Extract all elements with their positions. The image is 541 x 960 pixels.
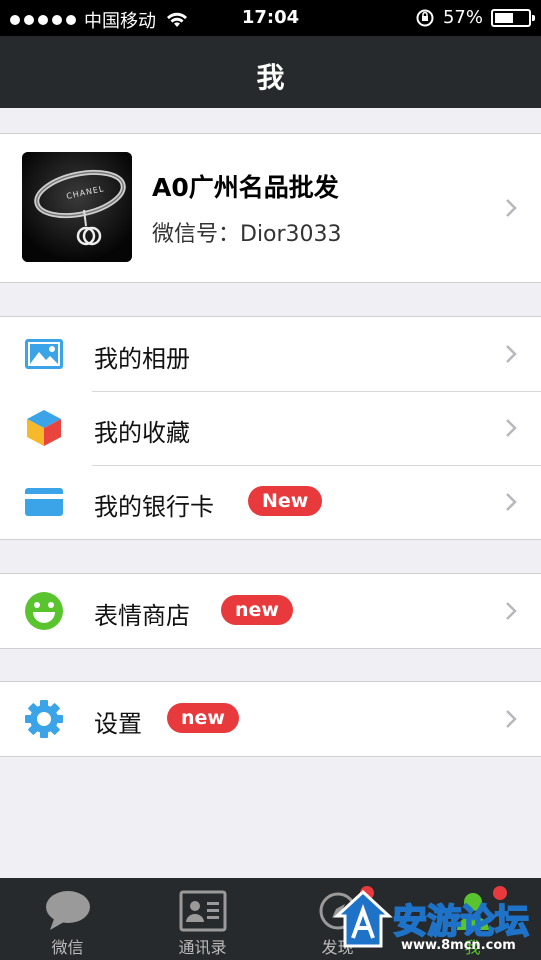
chat-bubble-icon (46, 891, 90, 930)
new-badge: new (167, 703, 239, 733)
chevron-right-icon (506, 199, 517, 217)
avatar[interactable]: CHANEL (22, 152, 132, 262)
forum-logo-icon (333, 890, 393, 948)
favorites-label: 我的收藏 (94, 419, 190, 447)
gear-icon (25, 700, 63, 738)
smiley-icon (25, 592, 63, 630)
bank-card-label: 我的银行卡 (94, 493, 214, 521)
rotation-lock-icon (416, 9, 434, 26)
forum-name: 安游论坛 (392, 901, 530, 943)
tab-contacts[interactable]: 通讯录 (135, 878, 270, 960)
forum-url: www.8mcn.com (401, 938, 516, 953)
chevron-right-icon (506, 345, 517, 363)
battery-percentage: 57% (442, 7, 483, 28)
personal-section: 我的相册 我的收藏 我的银行卡 New (0, 316, 541, 540)
profile-section: CHANEL A0广州名品批发 微信号：Dior3033 (0, 133, 541, 283)
album-label: 我的相册 (94, 345, 190, 373)
bank-card-icon (25, 488, 63, 516)
tab-label: 通讯录 (178, 938, 227, 957)
chevron-right-icon (506, 602, 517, 620)
contacts-card-icon (179, 890, 227, 932)
page-title: 我 (256, 61, 285, 94)
new-badge: New (248, 486, 323, 516)
status-bar: 中国移动 17:04 57% (0, 0, 541, 36)
settings-section: 设置 new (0, 681, 541, 757)
menu-item-bank-card[interactable]: 我的银行卡 New (0, 465, 541, 539)
menu-item-favorites[interactable]: 我的收藏 (0, 391, 541, 465)
chevron-right-icon (506, 710, 517, 728)
profile-row[interactable]: CHANEL A0广州名品批发 微信号：Dior3033 (0, 134, 541, 282)
menu-item-settings[interactable]: 设置 new (0, 682, 541, 756)
forum-watermark: 安游论坛 www.8mcn.com (331, 886, 541, 960)
profile-name: A0广州名品批发 (152, 173, 339, 202)
status-right: 57% (415, 7, 535, 28)
sticker-store-label: 表情商店 (94, 602, 190, 630)
menu-item-sticker-store[interactable]: 表情商店 new (0, 574, 541, 648)
navigation-bar: 我 (0, 36, 541, 108)
sticker-section: 表情商店 new (0, 573, 541, 649)
tab-chats[interactable]: 微信 (0, 878, 135, 960)
cube-favorites-icon (27, 410, 61, 446)
chevron-right-icon (506, 419, 517, 437)
battery-icon (491, 8, 535, 27)
chevron-right-icon (506, 493, 517, 511)
tab-label: 微信 (51, 938, 84, 957)
menu-item-album[interactable]: 我的相册 (0, 317, 541, 391)
wechat-id: 微信号：Dior3033 (152, 222, 342, 247)
photo-album-icon (25, 339, 63, 369)
settings-label: 设置 (94, 710, 142, 738)
new-badge: new (221, 595, 293, 625)
